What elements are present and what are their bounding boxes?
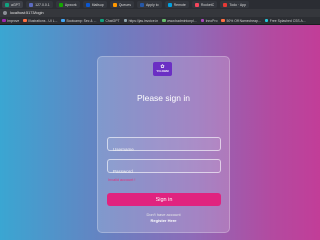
bookmark-favicon-icon xyxy=(23,18,27,23)
bookmark-label: Free Splashed CSS A... xyxy=(269,18,306,23)
bookmark-item[interactable]: 50% Off Namecheap... xyxy=(221,18,261,23)
logo-text: YO-OHM xyxy=(156,68,169,73)
bookmark-item[interactable]: Free Splashed CSS A... xyxy=(264,18,306,23)
tab-label: RocketC xyxy=(200,2,215,7)
tab-favicon-icon xyxy=(85,2,90,7)
tab-favicon-icon xyxy=(139,2,144,7)
username-field[interactable] xyxy=(107,137,221,156)
tab-favicon-icon xyxy=(58,2,63,7)
tab-favicon-icon xyxy=(194,2,199,7)
tab-label: aGPT xyxy=(11,2,21,7)
login-card: ✿ YO-OHM Please sign in Invalid account … xyxy=(97,56,230,233)
page-title: Please sign in xyxy=(137,93,190,103)
address-url[interactable]: localhost:5173/login xyxy=(10,11,44,15)
bookmark-favicon-icon xyxy=(162,18,166,23)
tab-label: 127.0.0.1 xyxy=(35,2,50,7)
bookmark-label: Bootcamp: Sec & ... xyxy=(66,18,97,23)
bookmark-favicon-icon xyxy=(100,18,104,23)
bookmark-favicon-icon xyxy=(200,18,205,23)
browser-tab[interactable]: Mailsup xyxy=(82,1,107,8)
browser-tab[interactable]: Todo · App xyxy=(220,1,250,8)
bookmark-favicon-icon xyxy=(123,18,128,23)
tab-label: Queues xyxy=(118,2,131,7)
username-input[interactable] xyxy=(108,143,220,156)
browser-tab[interactable]: Queues xyxy=(109,1,134,8)
tab-label: Apply to xyxy=(145,2,159,7)
bookmark-item[interactable]: Improve xyxy=(2,19,19,23)
bookmark-favicon-icon xyxy=(264,18,269,23)
tab-label: Remote xyxy=(173,2,186,7)
browser-tab[interactable]: aGPT xyxy=(2,1,24,8)
tab-favicon-icon xyxy=(223,2,228,7)
bookmark-label: Improve xyxy=(7,18,20,23)
bookmark-favicon-icon xyxy=(61,18,65,23)
tab-favicon-icon xyxy=(29,2,34,7)
browser-tab[interactable]: Apply to xyxy=(136,1,162,8)
bookmark-label: www.badmintonpl... xyxy=(167,18,197,23)
page-viewport: ✿ YO-OHM Please sign in Invalid account … xyxy=(0,25,320,240)
tab-label: Upwork xyxy=(64,2,77,7)
bookmark-favicon-icon xyxy=(221,18,225,23)
bookmark-label: ChatGPT xyxy=(105,18,120,23)
sign-in-button[interactable]: Sign in xyxy=(107,193,221,206)
browser-tab[interactable]: 127.0.0.1 xyxy=(26,1,53,8)
bookmark-item[interactable]: ChatGPT xyxy=(100,18,120,23)
bookmark-item[interactable]: www.badmintonpl... xyxy=(162,18,197,23)
browser-tab[interactable]: Remote xyxy=(164,1,189,8)
browser-tab[interactable]: RocketC xyxy=(191,1,218,8)
address-bar[interactable]: localhost:5173/login xyxy=(0,9,320,17)
bookmark-item[interactable]: https://jas.invoice.in xyxy=(123,18,159,23)
password-field[interactable] xyxy=(107,159,221,178)
bookmark-item[interactable]: InnoPro xyxy=(200,18,218,23)
bookmark-item[interactable]: Bootcamp: Sec & ... xyxy=(61,19,96,23)
tab-label: Todo · App xyxy=(229,2,247,7)
tab-favicon-icon xyxy=(112,2,117,7)
brand-logo: ✿ YO-OHM xyxy=(153,62,172,76)
bookmark-favicon-icon xyxy=(2,18,6,23)
error-message: Invalid account ! xyxy=(108,178,136,182)
browser-tab-bar: aGPT 127.0.0.1 Upwork Mailsup Queues Apply to… xyxy=(0,0,320,9)
bookmark-label: Illustrations - UI L... xyxy=(28,18,58,23)
bookmark-label: 50% Off Namecheap... xyxy=(226,18,261,23)
bookmark-item[interactable]: Illustrations - UI L... xyxy=(23,19,57,23)
password-input[interactable] xyxy=(108,165,220,178)
bookmarks-bar: Improve Illustrations - UI L... Bootcamp: … xyxy=(0,17,320,25)
tab-label: Mailsup xyxy=(91,2,104,7)
tab-favicon-icon xyxy=(167,2,172,7)
register-link[interactable]: Register Here xyxy=(98,218,229,223)
bookmark-label: InnoPro xyxy=(205,18,218,23)
bookmark-label: https://jas.invoice.in xyxy=(128,18,159,23)
site-info-icon[interactable] xyxy=(3,11,7,15)
no-account-text: Don't have account xyxy=(146,212,181,217)
browser-tab[interactable]: Upwork xyxy=(55,1,80,8)
tab-favicon-icon xyxy=(5,2,9,7)
